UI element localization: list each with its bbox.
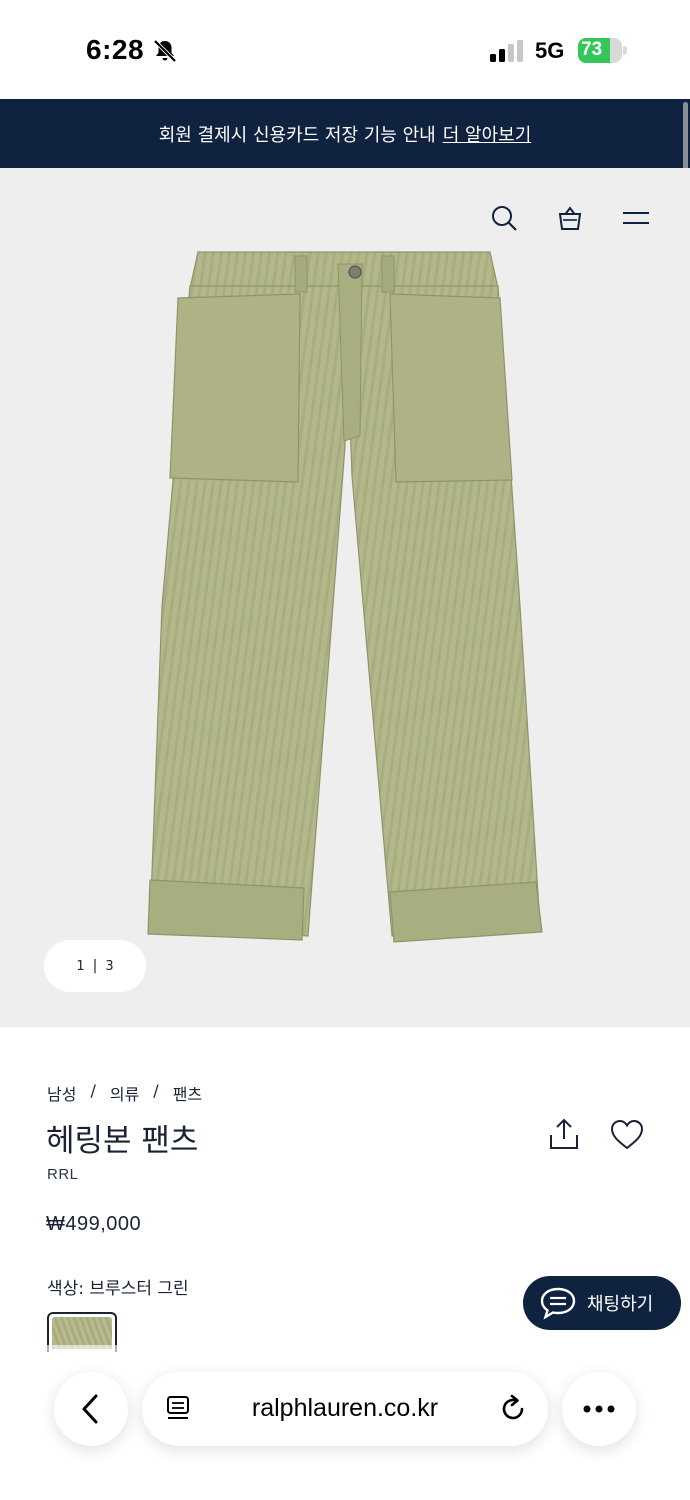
battery-percent: 73: [581, 39, 603, 60]
menu-icon[interactable]: [622, 204, 650, 232]
promo-banner: 회원 결제시 신용카드 저장 기능 안내 더 알아보기: [0, 99, 690, 168]
chat-button[interactable]: 채팅하기: [523, 1276, 681, 1330]
product-photo-pants: [147, 251, 543, 943]
breadcrumb: 남성 / 의류 / 팬츠: [47, 1081, 202, 1105]
status-bar: 6:28 5G 73: [0, 0, 690, 99]
breadcrumb-clothing[interactable]: 의류: [110, 1081, 139, 1105]
image-pager[interactable]: 1 | 3: [44, 940, 146, 992]
product-brand: RRL: [47, 1166, 79, 1183]
bell-slash-icon: [153, 39, 177, 63]
pager-total: 3: [105, 958, 114, 974]
breadcrumb-separator: /: [153, 1081, 159, 1100]
product-title: 헤링본 팬츠: [46, 1123, 199, 1159]
chat-label: 채팅하기: [587, 1294, 654, 1315]
network-type: 5G: [535, 38, 565, 63]
address-bar[interactable]: ralphlauren.co.kr: [142, 1372, 548, 1446]
breadcrumb-pants[interactable]: 팬츠: [173, 1081, 202, 1105]
back-button[interactable]: [54, 1372, 128, 1446]
promo-text: 회원 결제시 신용카드 저장 기능 안내: [158, 124, 436, 146]
header-actions: [490, 204, 650, 232]
status-time: 6:28: [86, 34, 145, 65]
share-icon[interactable]: [548, 1117, 580, 1151]
more-dots-icon: [583, 1405, 615, 1413]
color-label: 색상: 브루스터 그린: [47, 1279, 189, 1299]
chat-bubble-icon: [540, 1287, 576, 1320]
shopping-bag-icon[interactable]: [556, 204, 584, 232]
learn-more-link[interactable]: 더 알아보기: [443, 121, 532, 147]
pager-current: 1: [76, 958, 85, 974]
product-image-gallery[interactable]: 1 | 3: [0, 168, 690, 1027]
battery-indicator: 73: [578, 38, 628, 63]
breadcrumb-separator: /: [90, 1081, 96, 1100]
signal-icon: [490, 40, 523, 62]
product-price: ₩499,000: [46, 1213, 142, 1235]
reload-icon[interactable]: [498, 1394, 528, 1424]
chevron-left-icon: [82, 1394, 98, 1424]
breadcrumb-men[interactable]: 남성: [47, 1081, 76, 1105]
search-icon[interactable]: [490, 204, 518, 232]
pager-separator: |: [92, 958, 98, 974]
url-text: ralphlauren.co.kr: [251, 1394, 439, 1422]
heart-icon[interactable]: [610, 1119, 644, 1151]
more-options-button[interactable]: [562, 1372, 636, 1446]
